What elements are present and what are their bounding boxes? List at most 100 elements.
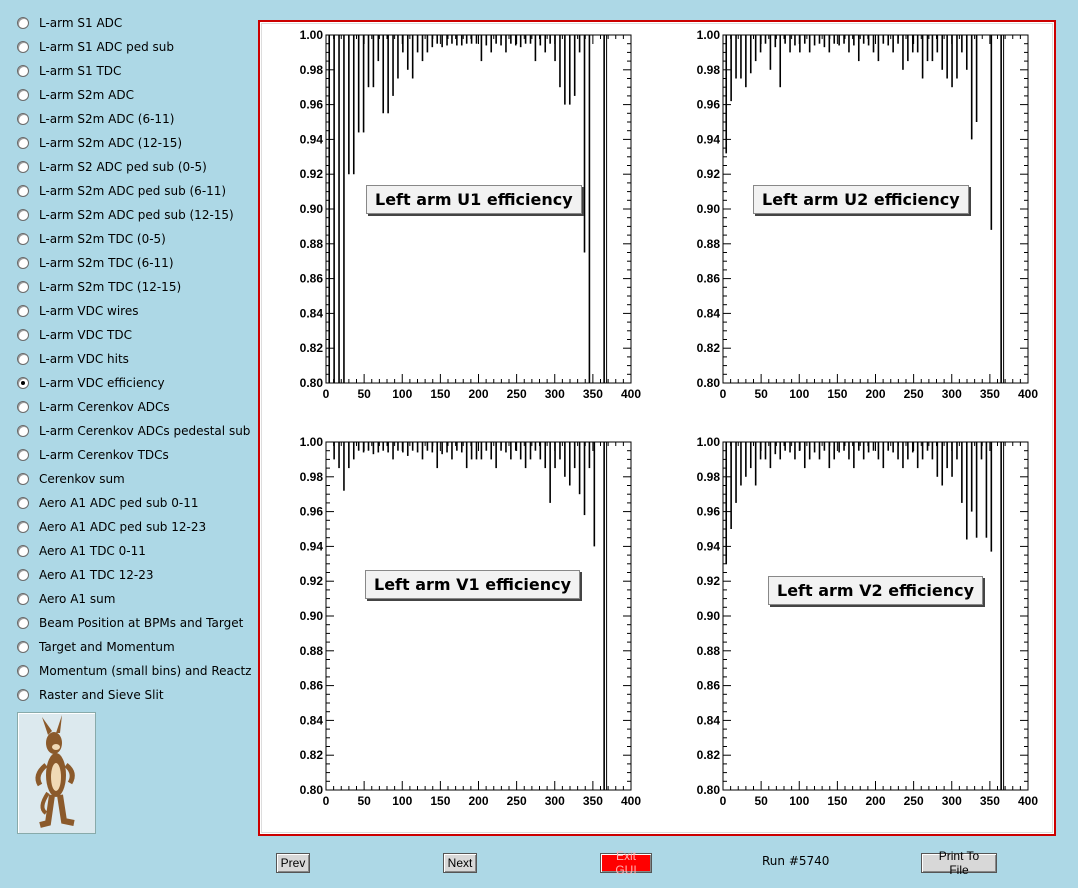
radio-unchecked-icon[interactable] — [17, 449, 29, 461]
exit-gui-button[interactable]: Exit GUI — [600, 849, 652, 877]
y-tick-label: 0.84 — [697, 306, 721, 320]
x-tick-label: 350 — [583, 794, 603, 808]
efficiency-histograms: 0.80 0.82 0.84 0.86 0.88 0.90 0.92 0.94 0.96 0.98… — [300, 28, 1039, 808]
y-tick-label: 0.90 — [697, 609, 721, 623]
y-tick-label: 0.86 — [697, 679, 721, 693]
radio-unchecked-icon[interactable] — [17, 401, 29, 413]
print-to-file-button[interactable]: Print To File — [921, 849, 997, 877]
y-tick-label: 0.98 — [697, 63, 721, 77]
histogram-option[interactable]: Aero A1 ADC ped sub 12-23 — [17, 517, 206, 537]
run-number-label: Run #5740 — [762, 854, 830, 868]
histogram-option[interactable]: L-arm VDC TDC — [17, 325, 132, 345]
radio-unchecked-icon[interactable] — [17, 425, 29, 437]
radio-unchecked-icon[interactable] — [17, 329, 29, 341]
y-tick-label: 1.00 — [300, 435, 324, 449]
radio-unchecked-icon[interactable] — [17, 497, 29, 509]
y-tick-label: 0.80 — [697, 376, 721, 390]
radio-unchecked-icon[interactable] — [17, 209, 29, 221]
histogram-option-label: Raster and Sieve Slit — [39, 688, 164, 702]
histogram-option-label: L-arm Cerenkov ADCs — [39, 400, 170, 414]
radio-unchecked-icon[interactable] — [17, 689, 29, 701]
prev-button[interactable]: Prev — [276, 853, 310, 873]
radio-checked-icon[interactable] — [17, 377, 29, 389]
histogram-option[interactable]: L-arm VDC efficiency — [17, 373, 165, 393]
histogram-option[interactable]: Aero A1 TDC 12-23 — [17, 565, 154, 585]
histogram-option[interactable]: L-arm Cerenkov ADCs — [17, 397, 170, 417]
histogram-option-label: L-arm S2m ADC ped sub (6-11) — [39, 184, 227, 198]
radio-unchecked-icon[interactable] — [17, 521, 29, 533]
x-tick-label: 50 — [357, 794, 371, 808]
chart-title: Left arm U2 efficiency — [753, 185, 969, 214]
histogram-option[interactable]: L-arm S1 TDC — [17, 61, 121, 81]
histogram-option-label: Target and Momentum — [39, 640, 175, 654]
x-tick-label: 200 — [468, 387, 488, 401]
histogram-option[interactable]: Aero A1 sum — [17, 589, 115, 609]
histogram-option[interactable]: L-arm S2m ADC — [17, 85, 134, 105]
radio-unchecked-icon[interactable] — [17, 353, 29, 365]
y-tick-label: 0.84 — [697, 713, 721, 727]
y-tick-label: 0.80 — [300, 376, 324, 390]
histogram-option[interactable]: L-arm VDC hits — [17, 349, 129, 369]
radio-unchecked-icon[interactable] — [17, 161, 29, 173]
radio-unchecked-icon[interactable] — [17, 641, 29, 653]
radio-unchecked-icon[interactable] — [17, 545, 29, 557]
histogram-option[interactable]: L-arm Cerenkov TDCs — [17, 445, 169, 465]
radio-unchecked-icon[interactable] — [17, 185, 29, 197]
radio-unchecked-icon[interactable] — [17, 41, 29, 53]
x-tick-label: 150 — [430, 387, 450, 401]
radio-unchecked-icon[interactable] — [17, 17, 29, 29]
radio-unchecked-icon[interactable] — [17, 665, 29, 677]
histogram-option[interactable]: L-arm S2m ADC (12-15) — [17, 133, 182, 153]
histogram-option[interactable]: Aero A1 ADC ped sub 0-11 — [17, 493, 198, 513]
chart-title: Left arm U1 efficiency — [366, 185, 582, 214]
histogram-option[interactable]: L-arm S2m ADC ped sub (6-11) — [17, 181, 226, 201]
histogram-option[interactable]: L-arm S2m ADC (6-11) — [17, 109, 174, 129]
histogram-option[interactable]: Target and Momentum — [17, 637, 175, 657]
histogram-option-label: L-arm S1 TDC — [39, 64, 122, 78]
y-tick-label: 0.82 — [697, 341, 721, 355]
y-tick-label: 0.98 — [697, 470, 721, 484]
radio-unchecked-icon[interactable] — [17, 113, 29, 125]
radio-unchecked-icon[interactable] — [17, 137, 29, 149]
radio-unchecked-icon[interactable] — [17, 65, 29, 77]
x-tick-label: 50 — [754, 794, 768, 808]
histogram-option[interactable]: Momentum (small bins) and Reactz — [17, 661, 251, 681]
histogram-option[interactable]: Beam Position at BPMs and Target — [17, 613, 243, 633]
histogram-option[interactable]: L-arm S2m TDC (6-11) — [17, 253, 174, 273]
histogram-option[interactable]: L-arm S2m TDC (0-5) — [17, 229, 166, 249]
histogram-option[interactable]: L-arm S1 ADC — [17, 13, 122, 33]
radio-unchecked-icon[interactable] — [17, 593, 29, 605]
x-tick-label: 200 — [865, 794, 885, 808]
y-tick-label: 0.82 — [300, 748, 324, 762]
x-tick-label: 200 — [468, 794, 488, 808]
radio-unchecked-icon[interactable] — [17, 473, 29, 485]
histogram-option[interactable]: L-arm S2 ADC ped sub (0-5) — [17, 157, 207, 177]
next-button[interactable]: Next — [443, 853, 477, 873]
y-tick-label: 0.98 — [300, 63, 324, 77]
radio-unchecked-icon[interactable] — [17, 281, 29, 293]
y-tick-label: 0.90 — [300, 609, 324, 623]
histogram-option[interactable]: Cerenkov sum — [17, 469, 125, 489]
y-tick-label: 0.92 — [697, 574, 721, 588]
histogram-option[interactable]: Aero A1 TDC 0-11 — [17, 541, 146, 561]
radio-unchecked-icon[interactable] — [17, 305, 29, 317]
radio-unchecked-icon[interactable] — [17, 257, 29, 269]
histogram-option[interactable]: L-arm S2m TDC (12-15) — [17, 277, 181, 297]
y-tick-label: 0.94 — [300, 539, 324, 553]
x-tick-label: 400 — [621, 387, 641, 401]
radio-unchecked-icon[interactable] — [17, 617, 29, 629]
histogram-option[interactable]: L-arm S2m ADC ped sub (12-15) — [17, 205, 234, 225]
histogram-option[interactable]: Raster and Sieve Slit — [17, 685, 164, 705]
histogram-option-label: L-arm VDC TDC — [39, 328, 132, 342]
y-tick-label: 0.80 — [697, 783, 721, 797]
radio-unchecked-icon[interactable] — [17, 233, 29, 245]
x-tick-label: 50 — [754, 387, 768, 401]
histogram-option[interactable]: L-arm Cerenkov ADCs pedestal sub — [17, 421, 250, 441]
radio-unchecked-icon[interactable] — [17, 569, 29, 581]
chart-title: Left arm V1 efficiency — [365, 570, 581, 599]
x-tick-label: 50 — [357, 387, 371, 401]
histogram-option[interactable]: L-arm S1 ADC ped sub — [17, 37, 174, 57]
histogram-option[interactable]: L-arm VDC wires — [17, 301, 138, 321]
y-tick-label: 0.94 — [697, 539, 721, 553]
radio-unchecked-icon[interactable] — [17, 89, 29, 101]
